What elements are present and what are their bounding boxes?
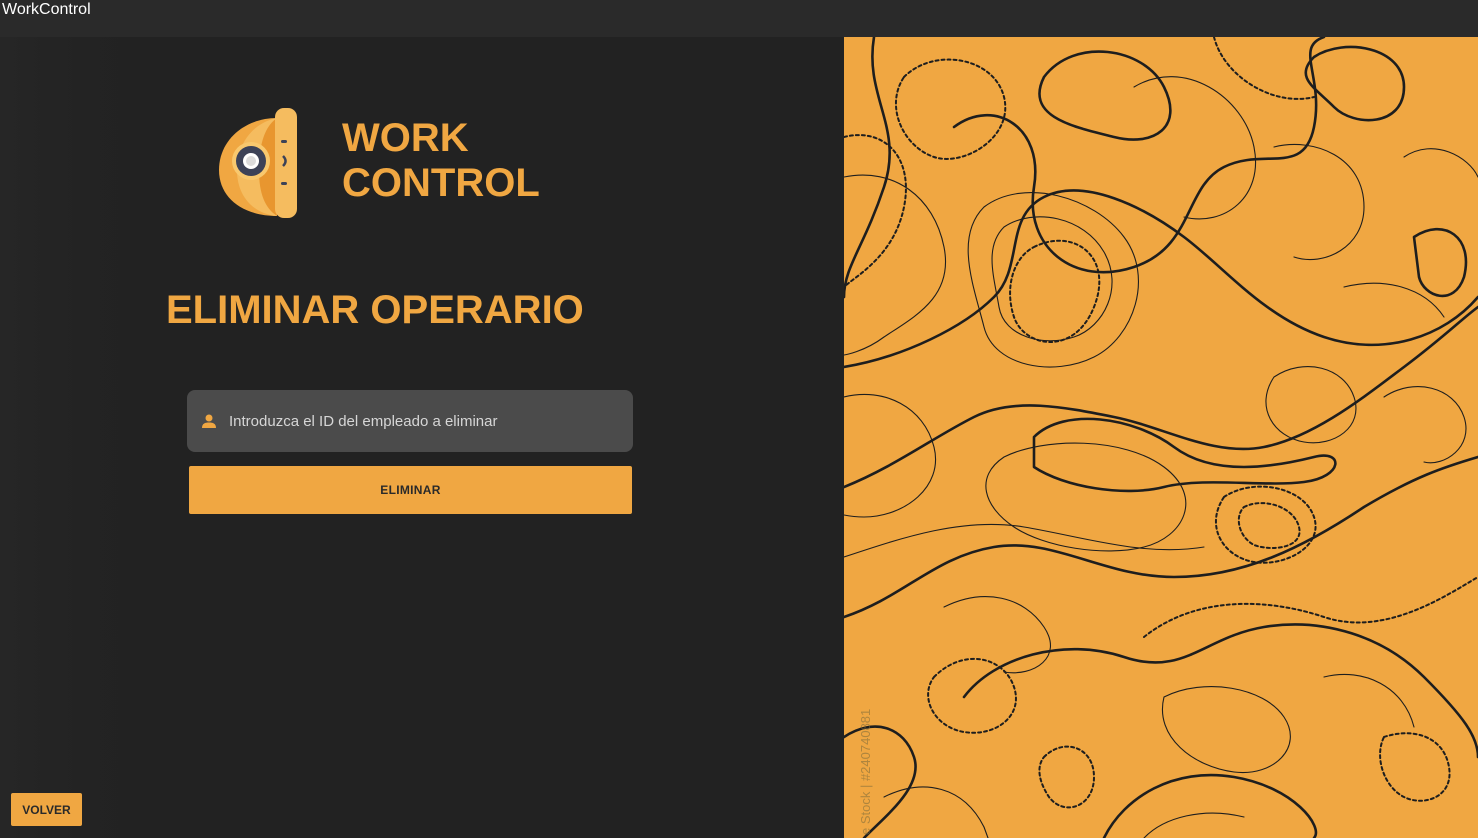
back-button[interactable]: VOLVER [11, 793, 82, 826]
brand-line-2: CONTROL [342, 161, 540, 205]
brand-name: WORK CONTROL [342, 116, 540, 206]
brand-line-1: WORK [342, 116, 469, 160]
user-icon [201, 413, 217, 429]
page-title: ELIMINAR OPERARIO [166, 288, 584, 332]
svg-text:e Stock | #240740881: e Stock | #240740881 [858, 709, 873, 835]
hard-hat-icon [215, 104, 305, 222]
delete-employee-button[interactable]: ELIMINAR [189, 466, 632, 514]
employee-id-input[interactable] [229, 390, 619, 452]
window-titlebar: WorkControl [0, 0, 1478, 37]
window-title: WorkControl [2, 1, 91, 18]
topographic-pattern-panel: e Stock | #240740881 [844, 37, 1478, 838]
watermark-text-decoration: e Stock | #240740881 [848, 677, 878, 837]
employee-id-field[interactable] [187, 390, 633, 452]
topographic-contour-image [844, 37, 1478, 838]
